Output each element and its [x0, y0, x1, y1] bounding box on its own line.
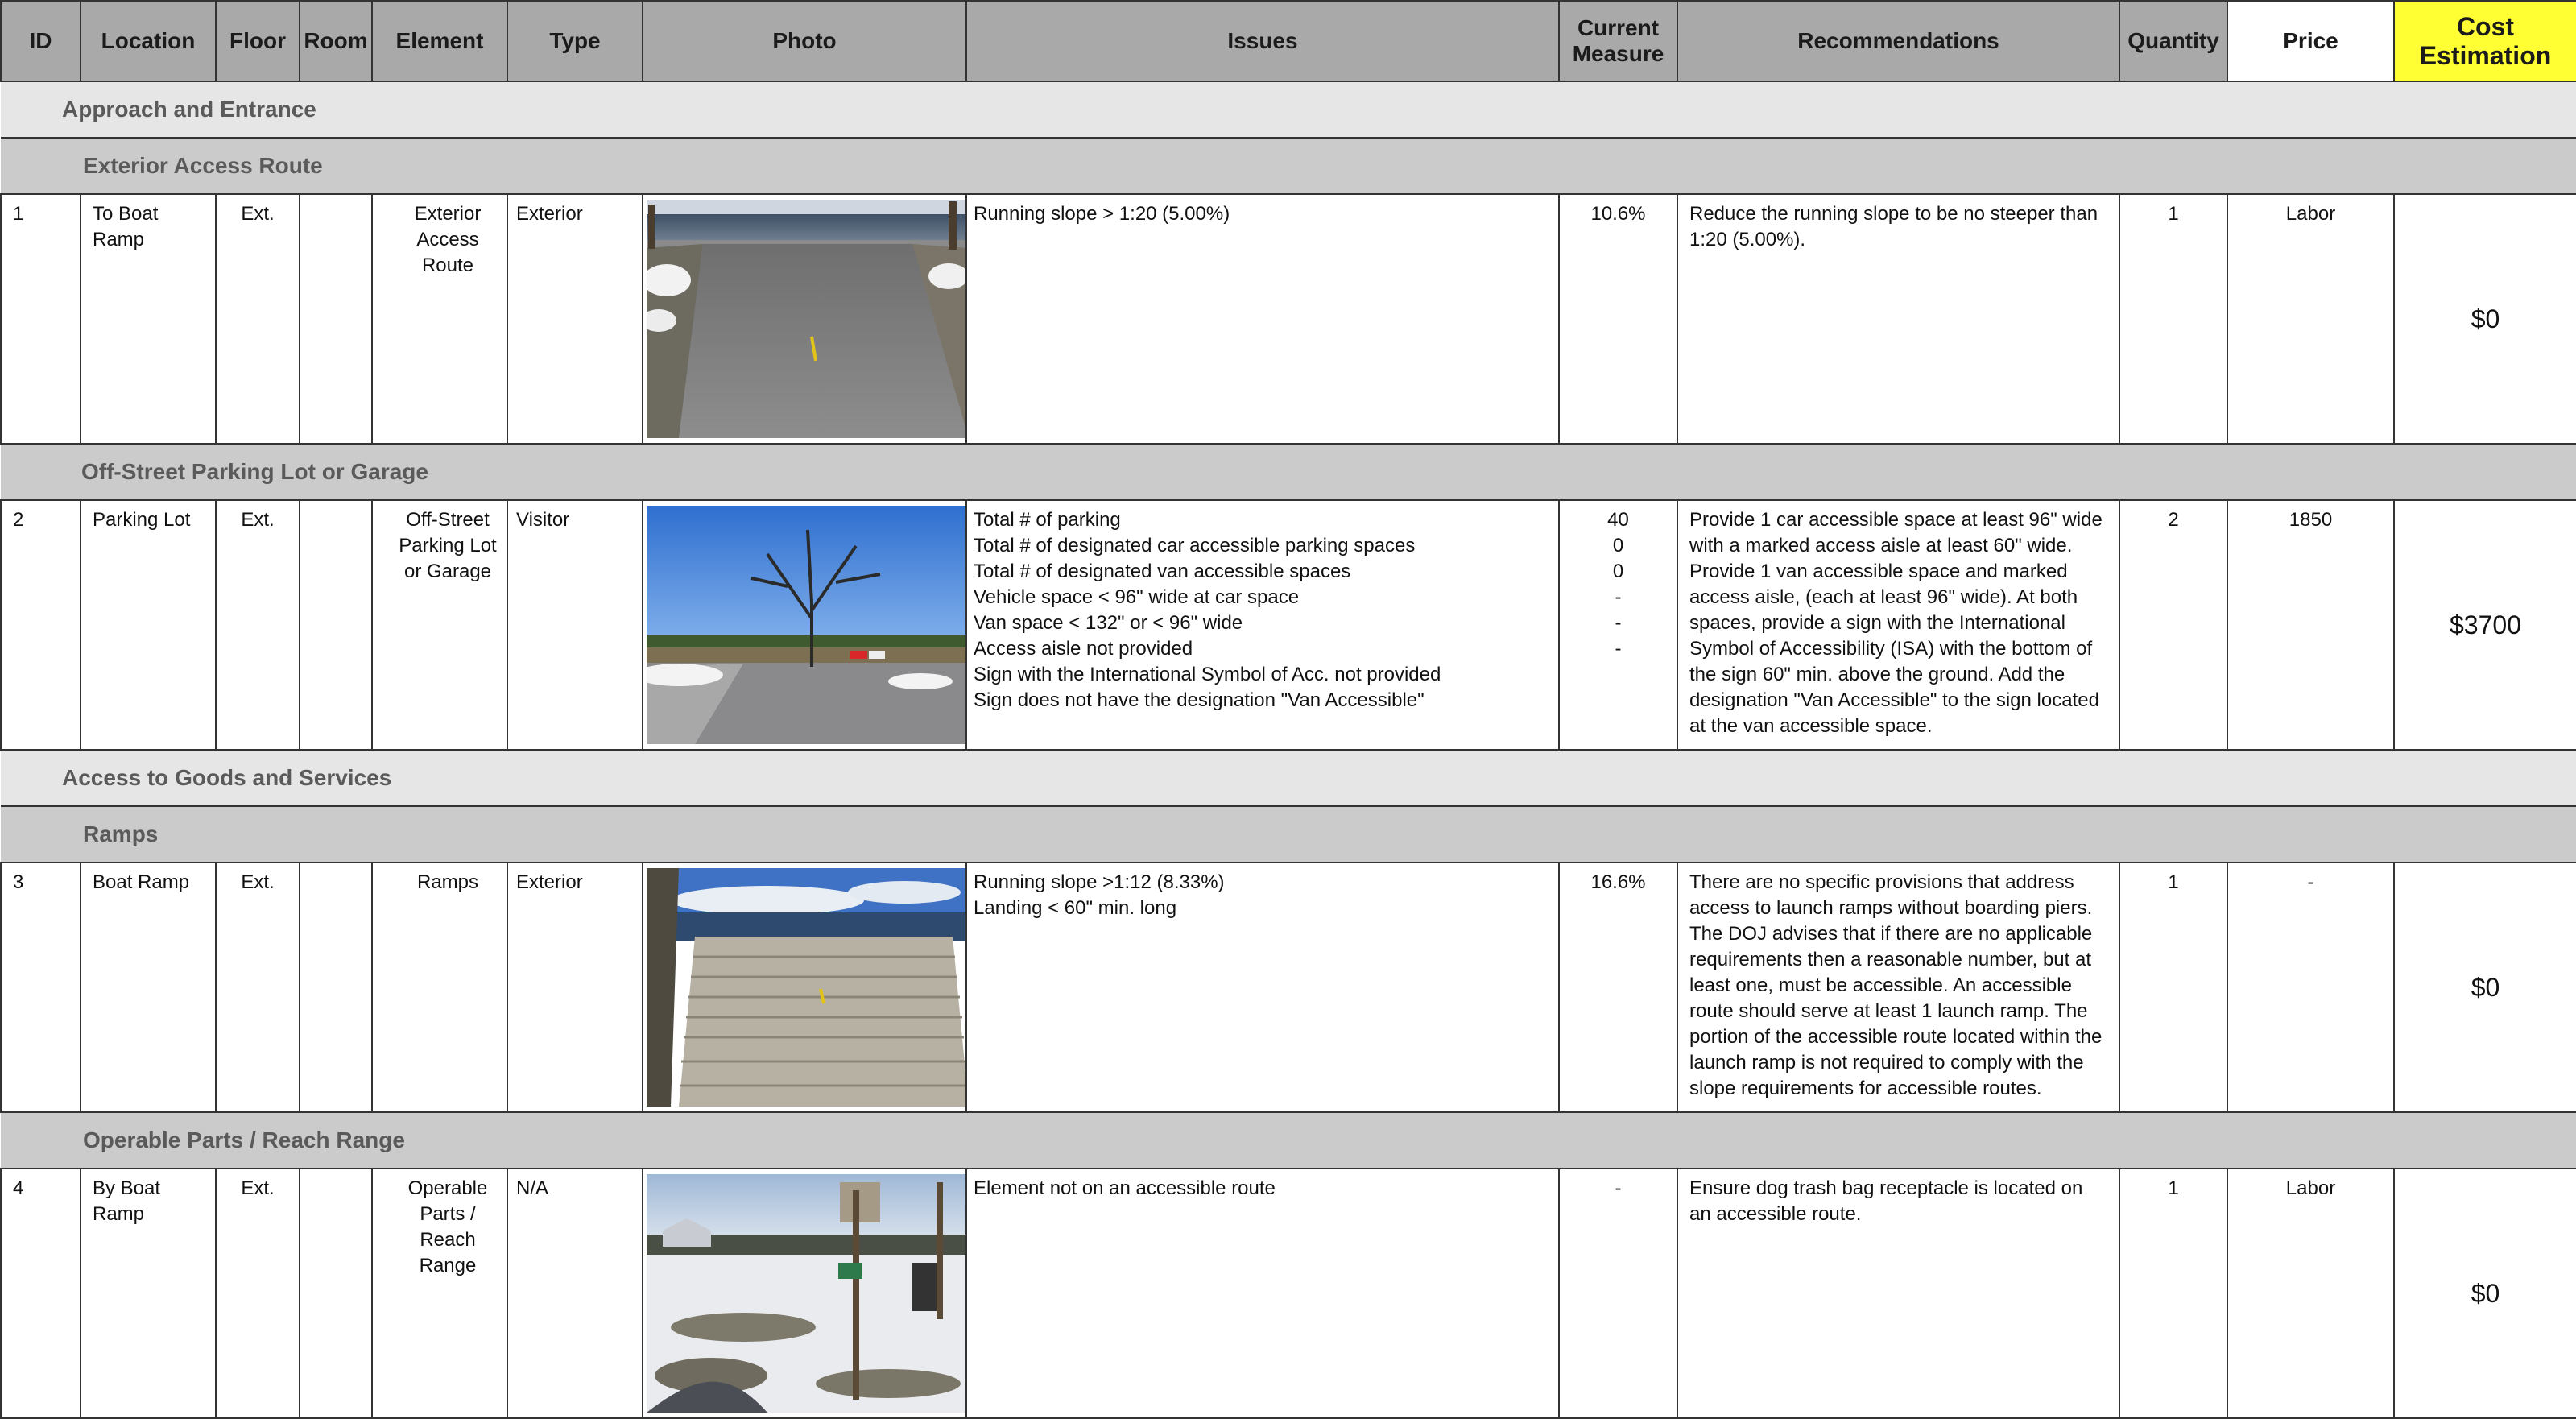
- subsection-row: Off-Street Parking Lot or Garage: [1, 443, 2576, 501]
- col-header-issues[interactable]: Issues: [965, 0, 1560, 82]
- cell-photo[interactable]: [642, 1168, 967, 1419]
- subsection-title[interactable]: Ramps: [1, 805, 2576, 863]
- cell-floor[interactable]: Ext.: [215, 862, 300, 1113]
- cell-quantity[interactable]: 1: [2119, 1168, 2228, 1419]
- cell-room[interactable]: [299, 1168, 373, 1419]
- cell-element[interactable]: Ramps: [371, 862, 508, 1113]
- cell-price[interactable]: Labor: [2227, 193, 2395, 445]
- col-header-location[interactable]: Location: [80, 0, 217, 82]
- cell-recommendations[interactable]: Ensure dog trash bag receptacle is locat…: [1677, 1168, 2120, 1419]
- subsection-row: Exterior Access Route: [1, 137, 2576, 195]
- cell-id[interactable]: 1: [0, 193, 81, 445]
- col-header-price[interactable]: Price: [2227, 0, 2395, 82]
- cell-price[interactable]: Labor: [2227, 1168, 2395, 1419]
- assessment-sheet: ID Location Floor Room Element Type Phot…: [0, 0, 2576, 1419]
- subsection-row: Operable Parts / Reach Range: [1, 1111, 2576, 1169]
- col-header-photo[interactable]: Photo: [642, 0, 967, 82]
- section-row: Access to Goods and Services: [1, 749, 2576, 807]
- cell-type[interactable]: N/A: [507, 1168, 643, 1419]
- cell-room[interactable]: [299, 862, 373, 1113]
- cell-element[interactable]: Exterior Access Route: [371, 193, 508, 445]
- cell-current-measure[interactable]: 16.6%: [1558, 862, 1678, 1113]
- table-row: 4 By Boat Ramp Ext. Operable Parts / Rea…: [0, 1168, 2576, 1419]
- cell-element[interactable]: Operable Parts / Reach Range: [371, 1168, 508, 1419]
- assessment-table: ID Location Floor Room Element Type Phot…: [0, 0, 2576, 1419]
- col-header-id[interactable]: ID: [0, 0, 81, 82]
- photo-paved-path-to-water: [647, 200, 965, 438]
- col-header-type[interactable]: Type: [507, 0, 643, 82]
- cell-quantity[interactable]: 1: [2119, 862, 2228, 1113]
- cell-floor[interactable]: Ext.: [215, 1168, 300, 1419]
- photo-parking-lot-with-tree: [647, 506, 965, 744]
- section-title[interactable]: Approach and Entrance: [1, 81, 2576, 139]
- cell-cost[interactable]: $0: [2393, 1168, 2576, 1419]
- cell-id[interactable]: 4: [0, 1168, 81, 1419]
- cell-id[interactable]: 3: [0, 862, 81, 1113]
- cell-element[interactable]: Off-Street Parking Lot or Garage: [371, 499, 508, 751]
- cell-recommendations[interactable]: Provide 1 car accessible space at least …: [1677, 499, 2120, 751]
- cell-floor[interactable]: Ext.: [215, 499, 300, 751]
- col-header-element[interactable]: Element: [371, 0, 508, 82]
- cell-price[interactable]: 1850: [2227, 499, 2395, 751]
- cell-price[interactable]: -: [2227, 862, 2395, 1113]
- cell-photo[interactable]: [642, 499, 967, 751]
- col-header-floor[interactable]: Floor: [215, 0, 300, 82]
- cell-photo[interactable]: [642, 862, 967, 1113]
- photo-snowy-field-with-sign: [647, 1174, 965, 1413]
- cell-recommendations[interactable]: There are no specific provisions that ad…: [1677, 862, 2120, 1113]
- cell-room[interactable]: [299, 193, 373, 445]
- cell-issues[interactable]: Running slope > 1:20 (5.00%): [965, 193, 1560, 445]
- col-header-quantity[interactable]: Quantity: [2119, 0, 2228, 82]
- cell-recommendations[interactable]: Reduce the running slope to be no steepe…: [1677, 193, 2120, 445]
- cell-cost[interactable]: $3700: [2393, 499, 2576, 751]
- subsection-title[interactable]: Operable Parts / Reach Range: [1, 1111, 2576, 1169]
- cell-id[interactable]: 2: [0, 499, 81, 751]
- cell-type[interactable]: Exterior: [507, 862, 643, 1113]
- cell-type[interactable]: Exterior: [507, 193, 643, 445]
- cell-type[interactable]: Visitor: [507, 499, 643, 751]
- cell-quantity[interactable]: 1: [2119, 193, 2228, 445]
- cell-quantity[interactable]: 2: [2119, 499, 2228, 751]
- cell-location[interactable]: By Boat Ramp: [80, 1168, 217, 1419]
- cell-room[interactable]: [299, 499, 373, 751]
- cell-cost[interactable]: $0: [2393, 193, 2576, 445]
- cell-floor[interactable]: Ext.: [215, 193, 300, 445]
- header-row: ID Location Floor Room Element Type Phot…: [0, 0, 2576, 82]
- subsection-title[interactable]: Off-Street Parking Lot or Garage: [1, 443, 2576, 501]
- cell-location[interactable]: Boat Ramp: [80, 862, 217, 1113]
- section-row: Approach and Entrance: [1, 81, 2576, 139]
- section-title[interactable]: Access to Goods and Services: [1, 749, 2576, 807]
- col-header-recommendations[interactable]: Recommendations: [1677, 0, 2120, 82]
- cell-cost[interactable]: $0: [2393, 862, 2576, 1113]
- col-header-cost-estimation[interactable]: Cost Estimation: [2393, 0, 2576, 82]
- cell-current-measure[interactable]: -: [1558, 1168, 1678, 1419]
- cell-current-measure[interactable]: 40 0 0 - - -: [1558, 499, 1678, 751]
- cell-location[interactable]: Parking Lot: [80, 499, 217, 751]
- table-row: 1 To Boat Ramp Ext. Exterior Access Rout…: [0, 193, 2576, 445]
- cell-location[interactable]: To Boat Ramp: [80, 193, 217, 445]
- table-row: 3 Boat Ramp Ext. Ramps Exterior Running …: [0, 862, 2576, 1113]
- cell-issues[interactable]: Total # of parking Total # of designated…: [965, 499, 1560, 751]
- subsection-row: Ramps: [1, 805, 2576, 863]
- cell-photo[interactable]: [642, 193, 967, 445]
- table-row: 2 Parking Lot Ext. Off-Street Parking Lo…: [0, 499, 2576, 751]
- col-header-room[interactable]: Room: [299, 0, 373, 82]
- cell-issues[interactable]: Element not on an accessible route: [965, 1168, 1560, 1419]
- cell-current-measure[interactable]: 10.6%: [1558, 193, 1678, 445]
- photo-concrete-boat-ramp: [647, 868, 965, 1107]
- cell-issues[interactable]: Running slope >1:12 (8.33%) Landing < 60…: [965, 862, 1560, 1113]
- subsection-title[interactable]: Exterior Access Route: [1, 137, 2576, 195]
- col-header-current-measure[interactable]: Current Measure: [1558, 0, 1678, 82]
